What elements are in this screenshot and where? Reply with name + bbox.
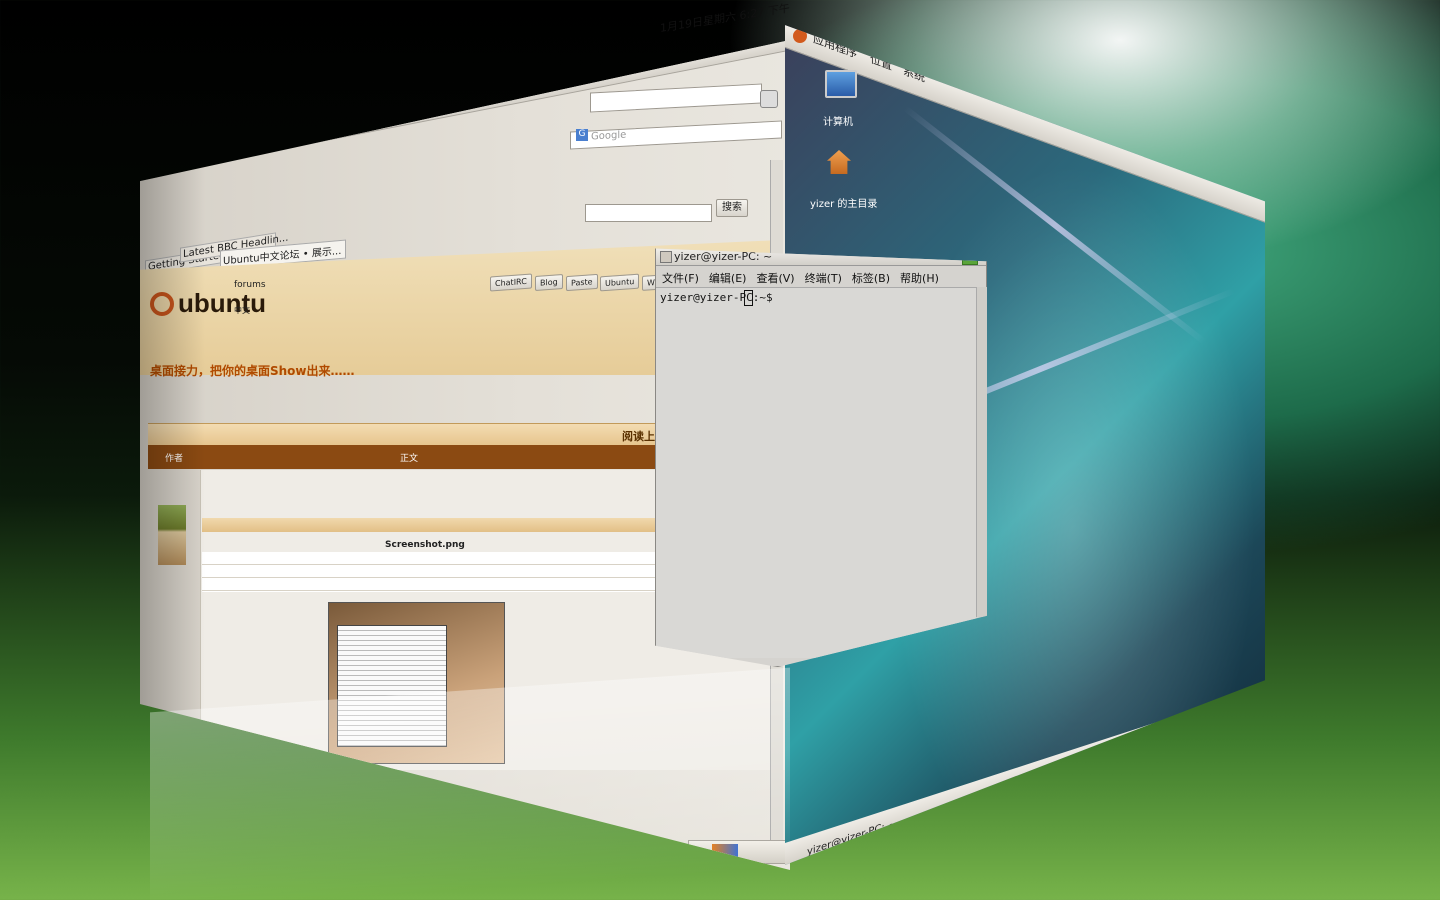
forum-logo-lang: 中文: [234, 306, 250, 315]
desktop-icon-computer-label[interactable]: 计算机: [823, 113, 853, 128]
terminal-scrollbar[interactable]: [976, 287, 987, 617]
nav-tab-blog[interactable]: Blog: [534, 274, 563, 291]
menu-file[interactable]: 文件(F): [662, 270, 699, 286]
forum-search-button[interactable]: 搜索: [716, 199, 748, 217]
nav-tab-chatirc[interactable]: ChatIRC: [490, 273, 532, 292]
terminal-content[interactable]: [656, 287, 976, 658]
forum-logo-sub: forums: [234, 280, 266, 290]
thread-title[interactable]: 桌面接力，把你的桌面Show出来……: [150, 362, 355, 379]
menu-view[interactable]: 查看(V): [756, 270, 794, 286]
menu-edit[interactable]: 编辑(E): [709, 270, 747, 286]
terminal-prompt: yizer@yizer-PC:~$: [660, 291, 773, 304]
terminal-menubar: 文件(F) 编辑(E) 查看(V) 终端(T) 标签(B) 帮助(H): [662, 270, 949, 286]
ubuntu-logo-icon: [150, 292, 174, 316]
search-icon[interactable]: [760, 90, 778, 108]
panel-username: Yizer: [540, 68, 567, 81]
nav-tab-paste[interactable]: Paste: [565, 273, 598, 292]
forum-search-input[interactable]: [585, 204, 712, 222]
menu-tabs[interactable]: 标签(B): [852, 270, 890, 286]
computer-icon[interactable]: [825, 70, 857, 98]
google-icon: G: [576, 129, 588, 141]
address-bar[interactable]: [590, 83, 762, 113]
home-folder-icon[interactable]: [827, 150, 851, 174]
nav-tab-ubuntu[interactable]: Ubuntu: [600, 273, 640, 292]
google-search-input[interactable]: Google: [570, 120, 782, 150]
desktop-icon-home-label[interactable]: yizer 的主目录: [810, 195, 877, 210]
bottom-panel-right: [785, 687, 1265, 865]
attachment-name[interactable]: Screenshot.png: [385, 540, 465, 550]
column-author: 作者: [165, 454, 184, 464]
panel-clock[interactable]: 1月19日星期六 6:27 下午: [660, 0, 790, 36]
menu-terminal[interactable]: 终端(T): [805, 270, 842, 286]
column-body: 正文: [400, 454, 419, 464]
avatar: [158, 505, 186, 565]
menu-help[interactable]: 帮助(H): [900, 270, 939, 286]
forum-logo-text: ubuntu: [178, 288, 267, 318]
top-panel-right: [785, 25, 1265, 223]
terminal-window[interactable]: yizer@yizer-PC: ~ 文件(F) 编辑(E) 查看(V) 终端(T…: [655, 248, 987, 667]
ubuntu-menu-icon[interactable]: [793, 29, 807, 43]
forum-nav-tabs: ChatIRC Blog Paste Ubuntu Wiki: [490, 273, 670, 292]
terminal-icon: [660, 251, 672, 263]
terminal-cursor: [744, 290, 753, 306]
